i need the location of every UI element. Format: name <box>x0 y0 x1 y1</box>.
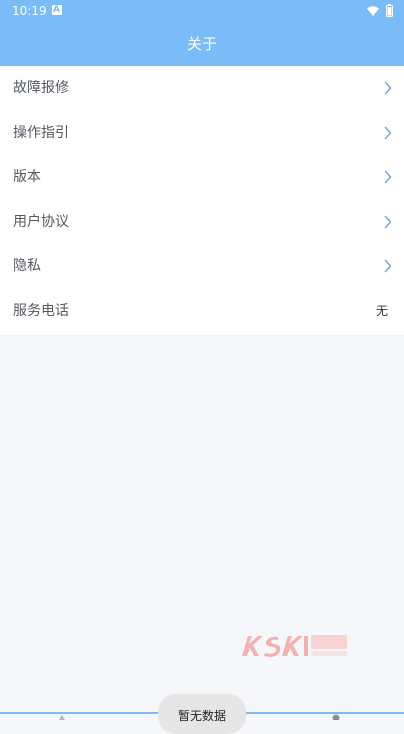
tab-icon-left[interactable] <box>58 714 66 720</box>
settings-list: 故障报修 操作指引 版本 用户协议 隐私 服务电话 无 <box>0 66 404 334</box>
user-agreement-label: 用户协议 <box>13 213 69 230</box>
toast-text: 暂无数据 <box>177 709 226 723</box>
service-phone-label: 服务电话 <box>13 302 69 319</box>
fault-repair-item[interactable]: 故障报修 <box>0 66 404 111</box>
battery-icon <box>386 4 393 17</box>
chevron-right-icon <box>384 126 392 139</box>
app-header: 10:19 关于 <box>0 0 404 66</box>
tab-icon-right[interactable] <box>331 714 341 720</box>
version-item[interactable]: 版本 <box>0 155 404 200</box>
service-phone-value: 无 <box>375 303 388 318</box>
privacy-item[interactable]: 隐私 <box>0 244 404 289</box>
chevron-right-icon <box>384 215 392 229</box>
service-phone-item: 服务电话 无 <box>0 289 404 334</box>
version-label: 版本 <box>13 169 41 186</box>
wifi-icon <box>367 6 379 16</box>
empty-data-toast: 暂无数据 <box>158 694 246 734</box>
user-agreement-item[interactable]: 用户协议 <box>0 200 404 245</box>
chevron-right-icon <box>384 81 392 95</box>
status-bar: 10:19 <box>0 0 404 22</box>
fault-repair-label: 故障报修 <box>13 80 69 96</box>
privacy-label: 隐私 <box>13 258 41 275</box>
page-title: 关于 <box>186 35 217 53</box>
watermark-logo <box>242 635 347 657</box>
chevron-right-icon <box>384 170 392 184</box>
chevron-right-icon <box>384 260 392 273</box>
operation-guide-label: 操作指引 <box>13 124 69 141</box>
status-time: 10:19 <box>12 4 47 18</box>
operation-guide-item[interactable]: 操作指引 <box>0 111 404 156</box>
a-icon <box>52 4 62 16</box>
